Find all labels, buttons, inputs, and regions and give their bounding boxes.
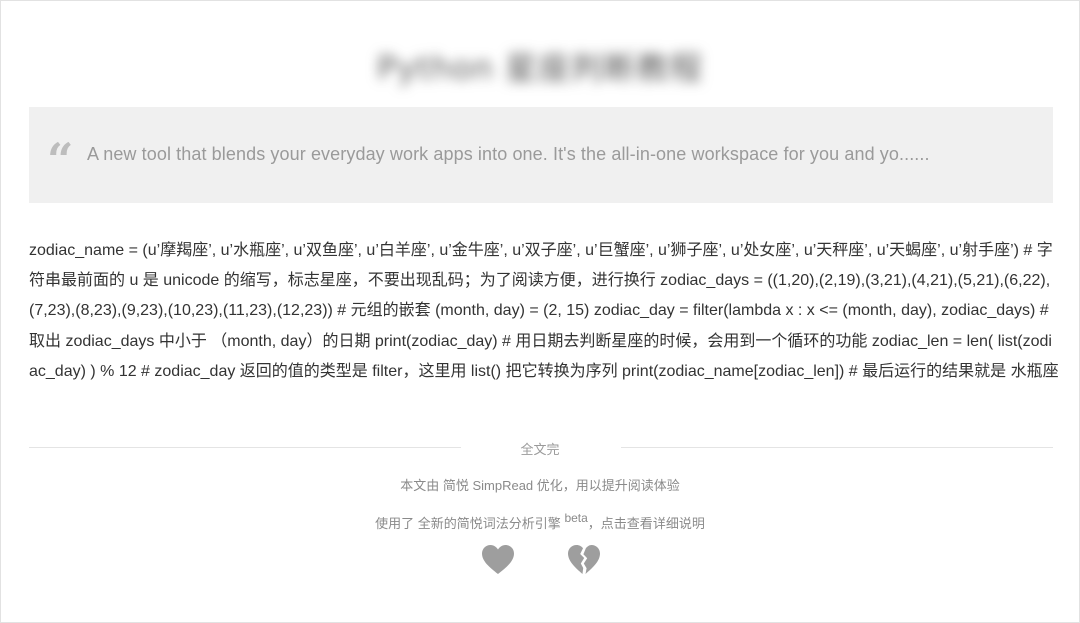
beta-badge: beta (564, 511, 588, 525)
end-label: 全文完 (520, 442, 560, 457)
footer-engine: 使用了 全新的简悦词法分析引擎 beta，点击查看详细说明 (1, 511, 1079, 532)
footer-credit: 本文由 简悦 SimpRead 优化，用以提升阅读体验 (1, 475, 1079, 494)
page-title: Python 星座判断教程 (376, 49, 704, 87)
footer-credit-prefix: 本文由 (400, 478, 440, 493)
quote-text: A new tool that blends your everyday wor… (87, 144, 930, 164)
footer-engine-prefix: 使用了 (375, 516, 415, 531)
article-body: zodiac_name = (u’摩羯座’, u’水瓶座’, u’双鱼座’, u… (29, 242, 1059, 380)
heart-icon[interactable] (481, 544, 515, 576)
quote-icon: “ (47, 133, 74, 187)
simpread-link[interactable]: 简悦 SimpRead (443, 478, 533, 493)
end-divider-right (621, 447, 1053, 448)
footer-credit-suffix: 优化，用以提升阅读体验 (536, 478, 680, 493)
reader-frame: Python 星座判断教程 “ A new tool that blends y… (0, 0, 1080, 623)
engine-link[interactable]: 全新的简悦词法分析引擎 (418, 516, 561, 531)
quote-block: “ A new tool that blends your everyday w… (29, 107, 1053, 203)
details-link[interactable]: 详细说明 (653, 516, 705, 531)
broken-heart-icon[interactable] (567, 544, 601, 576)
feedback-icons (1, 544, 1079, 578)
footer-engine-suffix: ，点击查看 (587, 516, 653, 531)
